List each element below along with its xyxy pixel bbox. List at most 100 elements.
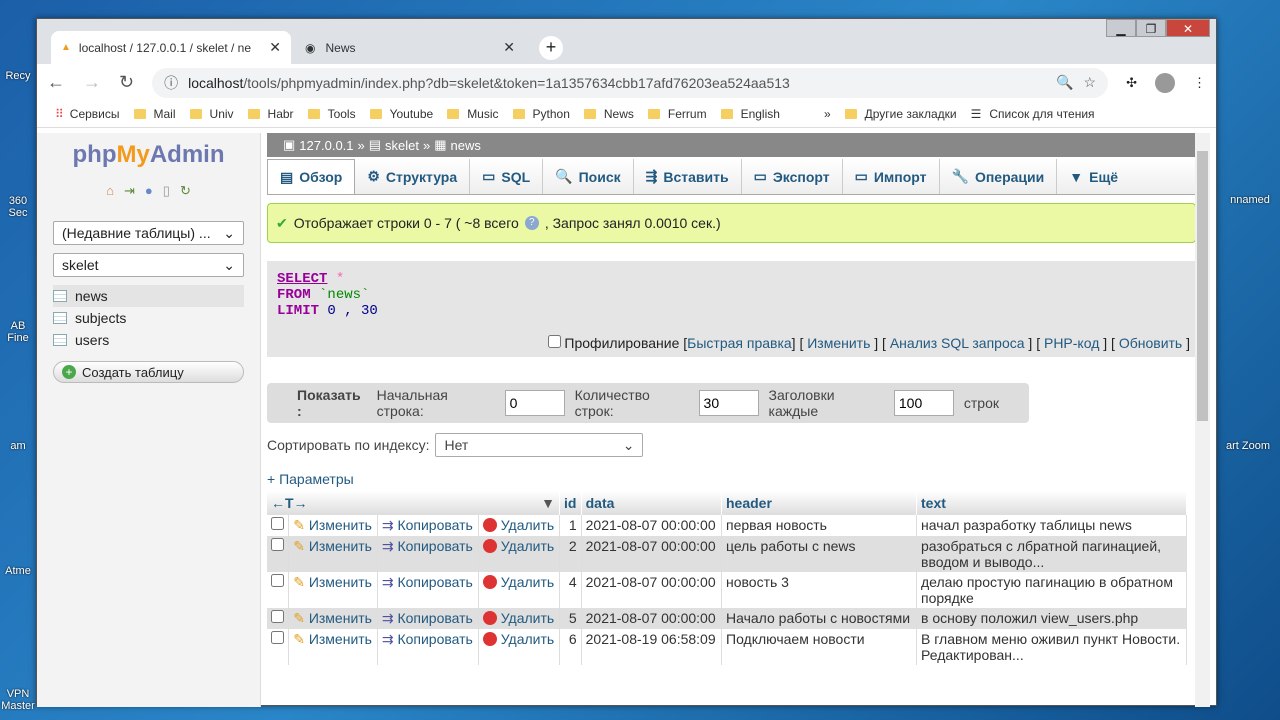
row-checkbox[interactable] [271, 631, 284, 644]
cell-data[interactable]: 2021-08-07 00:00:00 [581, 608, 723, 629]
delete-button[interactable]: Удалить [478, 536, 560, 572]
copy-button[interactable]: ⇉ Копировать [377, 572, 479, 608]
star-icon[interactable]: ☆ [1084, 74, 1097, 91]
bookmark[interactable]: Habr [247, 107, 294, 121]
copy-button[interactable]: ⇉ Копировать [377, 515, 479, 536]
sql-keyword[interactable]: SELECT [277, 271, 327, 287]
bookmark[interactable]: Python [512, 107, 570, 121]
help-icon[interactable]: ? [524, 216, 539, 230]
bookmarks-overflow[interactable]: » [824, 107, 831, 121]
tab-insert[interactable]: ⇶ Вставить [634, 159, 742, 194]
cell-text[interactable]: в основу положил view_users.php [916, 608, 1187, 629]
desktop-icon[interactable]: am [0, 440, 36, 452]
crumb-server[interactable]: 127.0.0.1 [299, 138, 353, 153]
maximize-button[interactable]: ❐ [1136, 19, 1166, 37]
column-header-header[interactable]: header [721, 491, 917, 515]
row-select[interactable] [267, 515, 290, 536]
pma-logo[interactable]: phpMyAdmin [37, 141, 260, 169]
explain-link[interactable]: Анализ SQL запроса [890, 335, 1025, 351]
forward-icon[interactable]: → [83, 72, 101, 93]
scrollbar[interactable] [1195, 133, 1210, 707]
cell-text[interactable]: начал разработку таблицы news [916, 515, 1187, 536]
menu-icon[interactable]: ⋮ [1193, 75, 1206, 91]
row-checkbox[interactable] [271, 517, 284, 530]
edit-button[interactable]: ✎ Изменить [288, 608, 378, 629]
quick-edit-link[interactable]: Быстрая правка [687, 335, 792, 351]
reload-icon[interactable]: ↻ [119, 72, 134, 93]
tab-news[interactable]: ◉ News ✕ [295, 31, 525, 64]
close-tab-icon[interactable]: ✕ [503, 39, 515, 56]
column-header-id[interactable]: id [559, 491, 582, 515]
close-window-button[interactable]: ✕ [1166, 19, 1210, 37]
tab-sql[interactable]: ▭ SQL [470, 159, 544, 194]
table-item-subjects[interactable]: subjects [53, 307, 244, 329]
cell-data[interactable]: 2021-08-19 06:58:09 [581, 629, 723, 665]
cell-id[interactable]: 2 [559, 536, 582, 572]
cell-id[interactable]: 1 [559, 515, 582, 536]
options-toggle[interactable]: + Параметры [267, 471, 1196, 487]
address-bar[interactable]: ⓘ localhost/tools/phpmyadmin/index.php?db… [152, 67, 1109, 98]
cell-data[interactable]: 2021-08-07 00:00:00 [581, 572, 723, 608]
edit-link[interactable]: Изменить [807, 335, 870, 351]
cell-id[interactable]: 5 [559, 608, 582, 629]
database-select[interactable]: skelet ⌄ [53, 253, 244, 277]
start-row-input[interactable] [504, 390, 565, 416]
cell-id[interactable]: 6 [559, 629, 582, 665]
cell-text[interactable]: делаю простую пагинацию в обратном поряд… [916, 572, 1187, 608]
row-select[interactable] [267, 608, 290, 629]
crumb-db[interactable]: skelet [385, 138, 419, 153]
bookmark[interactable]: Mail [133, 107, 176, 121]
docs-icon[interactable]: ▯ [163, 183, 170, 199]
cell-data[interactable]: 2021-08-07 00:00:00 [581, 515, 723, 536]
minimize-button[interactable]: ▁ [1106, 19, 1136, 37]
table-item-users[interactable]: users [53, 329, 244, 351]
profiling-checkbox[interactable] [547, 335, 561, 348]
desktop-icon[interactable]: 360 Sec [0, 195, 36, 219]
desktop-icon[interactable]: Atme [0, 565, 36, 577]
bookmark[interactable]: Tools [307, 107, 356, 121]
home-icon[interactable]: ⌂ [106, 183, 114, 199]
bookmark[interactable]: Univ [189, 107, 234, 121]
table-item-news[interactable]: news [53, 285, 244, 307]
other-bookmarks[interactable]: Другие закладки [844, 107, 957, 121]
back-icon[interactable]: ← [47, 72, 65, 93]
tab-export[interactable]: ▭ Экспорт [742, 159, 843, 194]
cell-header[interactable]: новость 3 [721, 572, 917, 608]
tab-operations[interactable]: 🔧 Операции [940, 159, 1058, 194]
delete-button[interactable]: Удалить [478, 608, 560, 629]
row-checkbox[interactable] [271, 538, 284, 551]
row-count-input[interactable] [698, 390, 759, 416]
tab-browse[interactable]: ▤ Обзор [267, 159, 356, 194]
row-checkbox[interactable] [271, 574, 284, 587]
new-tab-button[interactable]: + [539, 36, 563, 60]
headers-every-input[interactable] [893, 390, 954, 416]
tab-structure[interactable]: ⚙ Структура [355, 159, 471, 194]
refresh-link[interactable]: Обновить [1119, 335, 1182, 351]
cell-header[interactable]: Начало работы с новостями [721, 608, 917, 629]
column-header-data[interactable]: data [581, 491, 723, 515]
edit-button[interactable]: ✎ Изменить [288, 572, 378, 608]
copy-button[interactable]: ⇉ Копировать [377, 629, 479, 665]
row-select[interactable] [267, 572, 290, 608]
row-select[interactable] [267, 629, 290, 665]
bookmark[interactable]: Ferrum [647, 107, 707, 121]
cell-data[interactable]: 2021-08-07 00:00:00 [581, 536, 723, 572]
close-tab-icon[interactable]: ✕ [269, 39, 281, 56]
edit-button[interactable]: ✎ Изменить [288, 536, 378, 572]
bookmark[interactable]: Music [447, 107, 499, 121]
tab-phpmyadmin[interactable]: ▲ localhost / 127.0.0.1 / skelet / ne ✕ [51, 31, 291, 64]
create-table-button[interactable]: + Создать таблицу [53, 361, 244, 383]
desktop-icon[interactable]: VPN Master [0, 688, 36, 712]
reading-list[interactable]: ☰ Список для чтения [971, 107, 1095, 121]
delete-button[interactable]: Удалить [478, 515, 560, 536]
tab-import[interactable]: ▭ Импорт [843, 159, 940, 194]
tab-search[interactable]: 🔍 Поиск [543, 159, 634, 194]
tab-more[interactable]: ▼ Ещё [1057, 159, 1130, 194]
cell-header[interactable]: Подключаем новости [721, 629, 917, 665]
row-select[interactable] [267, 536, 290, 572]
bookmark-apps[interactable]: ⠿ Сервисы [55, 107, 120, 121]
php-code-link[interactable]: PHP-код [1044, 335, 1099, 351]
edit-button[interactable]: ✎ Изменить [288, 629, 378, 665]
cell-id[interactable]: 4 [559, 572, 582, 608]
cell-text[interactable]: разобраться с лбратной пагинацией, вводо… [916, 536, 1187, 572]
